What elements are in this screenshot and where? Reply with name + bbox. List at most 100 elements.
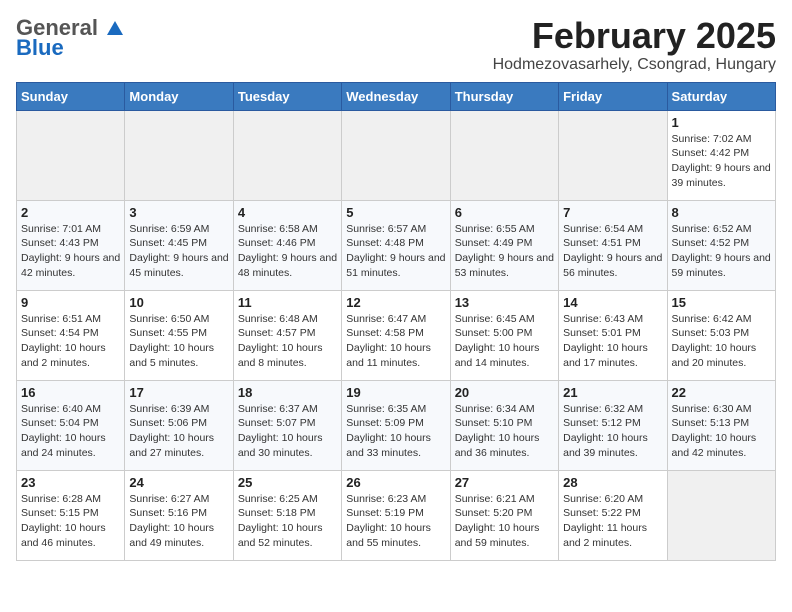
day-number: 16 <box>21 385 120 400</box>
day-info: Sunrise: 6:47 AM Sunset: 4:58 PM Dayligh… <box>346 312 445 371</box>
day-info: Sunrise: 6:45 AM Sunset: 5:00 PM Dayligh… <box>455 312 554 371</box>
calendar-cell: 20 Sunrise: 6:34 AM Sunset: 5:10 PM Dayli… <box>450 380 558 470</box>
calendar-cell: 17 Sunrise: 6:39 AM Sunset: 5:06 PM Dayli… <box>125 380 233 470</box>
calendar-header-thursday: Thursday <box>450 82 558 110</box>
logo-blue-label: Blue <box>16 36 64 60</box>
calendar-cell: 24 Sunrise: 6:27 AM Sunset: 5:16 PM Dayli… <box>125 470 233 560</box>
day-info: Sunrise: 6:27 AM Sunset: 5:16 PM Dayligh… <box>129 492 228 551</box>
day-number: 4 <box>238 205 337 220</box>
day-number: 1 <box>672 115 771 130</box>
calendar-cell: 18 Sunrise: 6:37 AM Sunset: 5:07 PM Dayli… <box>233 380 341 470</box>
day-number: 8 <box>672 205 771 220</box>
day-number: 13 <box>455 295 554 310</box>
calendar-cell <box>667 470 775 560</box>
day-number: 15 <box>672 295 771 310</box>
day-info: Sunrise: 6:54 AM Sunset: 4:51 PM Dayligh… <box>563 222 662 281</box>
calendar-header-saturday: Saturday <box>667 82 775 110</box>
calendar-cell: 12 Sunrise: 6:47 AM Sunset: 4:58 PM Dayli… <box>342 290 450 380</box>
day-number: 18 <box>238 385 337 400</box>
calendar-cell: 19Sunrise: 6:35 AM Sunset: 5:09 PM Dayli… <box>342 380 450 470</box>
day-number: 23 <box>21 475 120 490</box>
calendar-cell <box>559 110 667 200</box>
day-info: Sunrise: 6:58 AM Sunset: 4:46 PM Dayligh… <box>238 222 337 281</box>
calendar-cell <box>450 110 558 200</box>
day-number: 21 <box>563 385 662 400</box>
calendar-title: February 2025 <box>493 16 776 56</box>
calendar-cell: 26 Sunrise: 6:23 AM Sunset: 5:19 PM Dayli… <box>342 470 450 560</box>
day-info: Sunrise: 6:25 AM Sunset: 5:18 PM Dayligh… <box>238 492 337 551</box>
day-info: Sunrise: 6:50 AM Sunset: 4:55 PM Dayligh… <box>129 312 228 371</box>
title-block: February 2025 Hodmezovasarhely, Csongrad… <box>493 16 776 74</box>
day-info: Sunrise: 6:37 AM Sunset: 5:07 PM Dayligh… <box>238 402 337 461</box>
day-number: 25 <box>238 475 337 490</box>
day-number: 20 <box>455 385 554 400</box>
calendar-cell: 5 Sunrise: 6:57 AM Sunset: 4:48 PM Daylig… <box>342 200 450 290</box>
calendar-header-friday: Friday <box>559 82 667 110</box>
calendar-cell: 7 Sunrise: 6:54 AM Sunset: 4:51 PM Daylig… <box>559 200 667 290</box>
calendar-cell <box>342 110 450 200</box>
day-info: Sunrise: 6:48 AM Sunset: 4:57 PM Dayligh… <box>238 312 337 371</box>
day-info: Sunrise: 6:35 AM Sunset: 5:09 PM Dayligh… <box>346 402 445 461</box>
calendar-header-row: SundayMondayTuesdayWednesdayThursdayFrid… <box>17 82 776 110</box>
calendar-cell: 1Sunrise: 7:02 AM Sunset: 4:42 PM Daylig… <box>667 110 775 200</box>
day-number: 3 <box>129 205 228 220</box>
calendar-cell: 11 Sunrise: 6:48 AM Sunset: 4:57 PM Dayli… <box>233 290 341 380</box>
day-number: 28 <box>563 475 662 490</box>
logo-blue-text <box>98 15 125 40</box>
day-number: 22 <box>672 385 771 400</box>
calendar-subtitle: Hodmezovasarhely, Csongrad, Hungary <box>493 56 776 74</box>
logo-icon <box>105 19 125 39</box>
day-number: 2 <box>21 205 120 220</box>
day-info: Sunrise: 6:23 AM Sunset: 5:19 PM Dayligh… <box>346 492 445 551</box>
calendar-cell <box>233 110 341 200</box>
day-info: Sunrise: 6:39 AM Sunset: 5:06 PM Dayligh… <box>129 402 228 461</box>
calendar-cell <box>17 110 125 200</box>
day-info: Sunrise: 6:32 AM Sunset: 5:12 PM Dayligh… <box>563 402 662 461</box>
day-number: 9 <box>21 295 120 310</box>
day-info: Sunrise: 6:57 AM Sunset: 4:48 PM Dayligh… <box>346 222 445 281</box>
day-number: 14 <box>563 295 662 310</box>
calendar-cell: 25 Sunrise: 6:25 AM Sunset: 5:18 PM Dayli… <box>233 470 341 560</box>
day-number: 17 <box>129 385 228 400</box>
day-info: Sunrise: 6:55 AM Sunset: 4:49 PM Dayligh… <box>455 222 554 281</box>
day-info: Sunrise: 6:43 AM Sunset: 5:01 PM Dayligh… <box>563 312 662 371</box>
day-number: 26 <box>346 475 445 490</box>
calendar-week-row: 9 Sunrise: 6:51 AM Sunset: 4:54 PM Daylig… <box>17 290 776 380</box>
calendar-week-row: 1Sunrise: 7:02 AM Sunset: 4:42 PM Daylig… <box>17 110 776 200</box>
calendar-week-row: 23 Sunrise: 6:28 AM Sunset: 5:15 PM Dayli… <box>17 470 776 560</box>
day-number: 11 <box>238 295 337 310</box>
day-info: Sunrise: 6:34 AM Sunset: 5:10 PM Dayligh… <box>455 402 554 461</box>
calendar-header-tuesday: Tuesday <box>233 82 341 110</box>
day-info: Sunrise: 6:30 AM Sunset: 5:13 PM Dayligh… <box>672 402 771 461</box>
calendar-cell: 27 Sunrise: 6:21 AM Sunset: 5:20 PM Dayli… <box>450 470 558 560</box>
day-info: Sunrise: 7:01 AM Sunset: 4:43 PM Dayligh… <box>21 222 120 281</box>
day-number: 24 <box>129 475 228 490</box>
day-number: 5 <box>346 205 445 220</box>
day-info: Sunrise: 6:20 AM Sunset: 5:22 PM Dayligh… <box>563 492 662 551</box>
calendar-cell: 21 Sunrise: 6:32 AM Sunset: 5:12 PM Dayli… <box>559 380 667 470</box>
calendar-cell: 28 Sunrise: 6:20 AM Sunset: 5:22 PM Dayli… <box>559 470 667 560</box>
day-number: 27 <box>455 475 554 490</box>
calendar-header-sunday: Sunday <box>17 82 125 110</box>
calendar-cell: 6Sunrise: 6:55 AM Sunset: 4:49 PM Daylig… <box>450 200 558 290</box>
day-info: Sunrise: 6:28 AM Sunset: 5:15 PM Dayligh… <box>21 492 120 551</box>
day-number: 12 <box>346 295 445 310</box>
calendar-cell: 13 Sunrise: 6:45 AM Sunset: 5:00 PM Dayli… <box>450 290 558 380</box>
day-info: Sunrise: 6:51 AM Sunset: 4:54 PM Dayligh… <box>21 312 120 371</box>
day-info: Sunrise: 6:21 AM Sunset: 5:20 PM Dayligh… <box>455 492 554 551</box>
day-number: 7 <box>563 205 662 220</box>
calendar-cell: 22 Sunrise: 6:30 AM Sunset: 5:13 PM Dayli… <box>667 380 775 470</box>
calendar-cell: 10Sunrise: 6:50 AM Sunset: 4:55 PM Dayli… <box>125 290 233 380</box>
page-header: General Blue February 2025 Hodmezovasarh… <box>16 16 776 74</box>
calendar-cell: 8 Sunrise: 6:52 AM Sunset: 4:52 PM Daylig… <box>667 200 775 290</box>
calendar-cell: 14 Sunrise: 6:43 AM Sunset: 5:01 PM Dayli… <box>559 290 667 380</box>
calendar-cell: 4 Sunrise: 6:58 AM Sunset: 4:46 PM Daylig… <box>233 200 341 290</box>
calendar-cell: 9 Sunrise: 6:51 AM Sunset: 4:54 PM Daylig… <box>17 290 125 380</box>
calendar-cell: 16Sunrise: 6:40 AM Sunset: 5:04 PM Dayli… <box>17 380 125 470</box>
day-info: Sunrise: 6:52 AM Sunset: 4:52 PM Dayligh… <box>672 222 771 281</box>
calendar-week-row: 2 Sunrise: 7:01 AM Sunset: 4:43 PM Daylig… <box>17 200 776 290</box>
calendar-cell <box>125 110 233 200</box>
calendar-week-row: 16Sunrise: 6:40 AM Sunset: 5:04 PM Dayli… <box>17 380 776 470</box>
day-info: Sunrise: 6:42 AM Sunset: 5:03 PM Dayligh… <box>672 312 771 371</box>
calendar-header-wednesday: Wednesday <box>342 82 450 110</box>
